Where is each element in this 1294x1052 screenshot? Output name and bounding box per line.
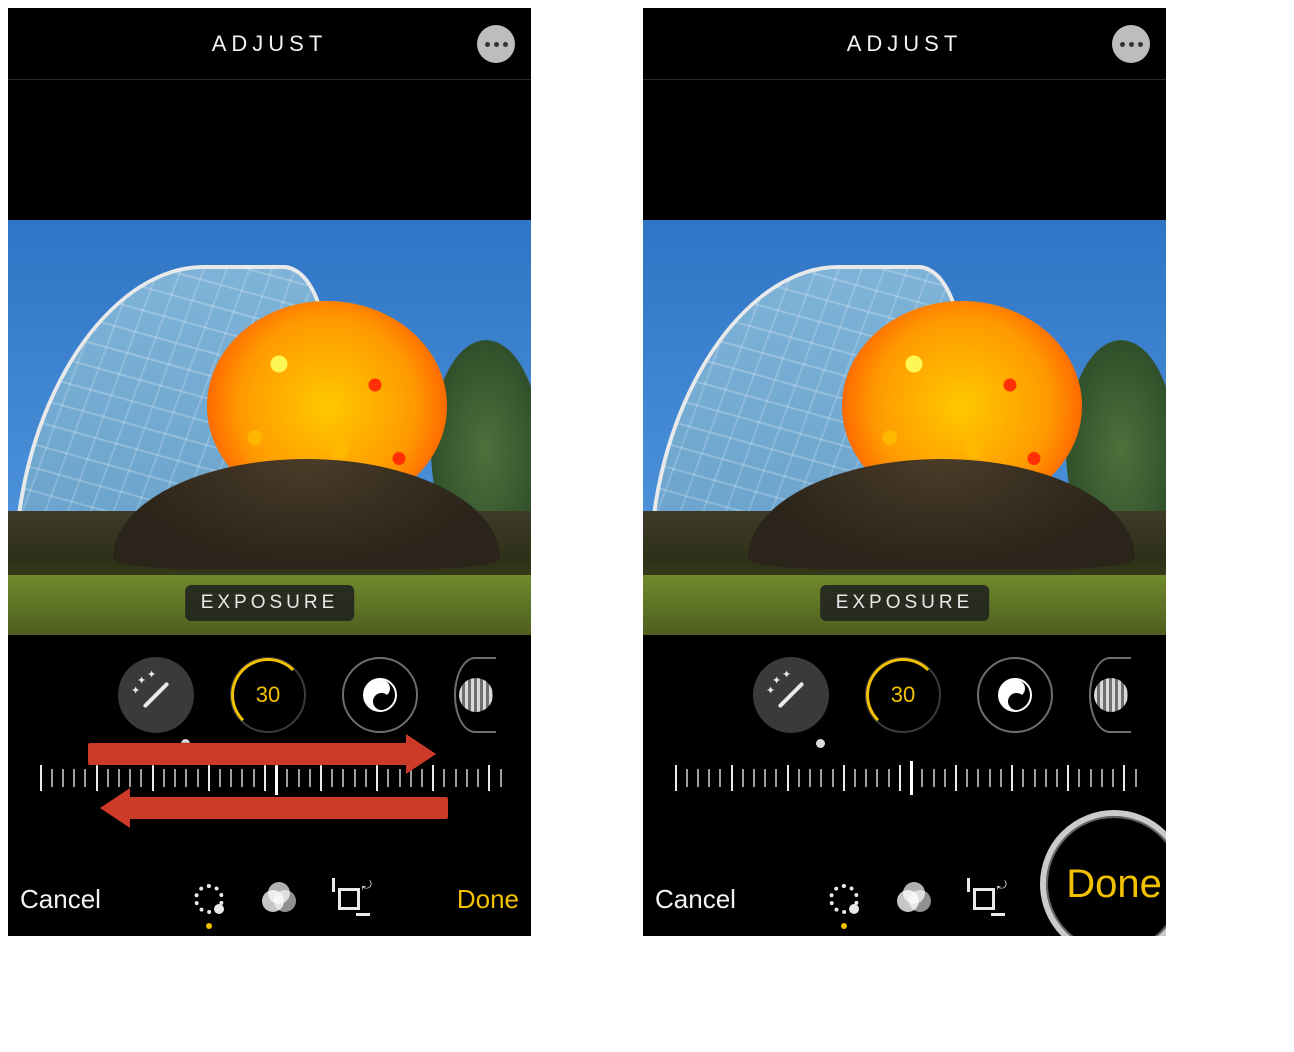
adjustment-dials[interactable]: ✦✦✦ 30	[643, 635, 1166, 755]
filters-tab[interactable]	[259, 879, 299, 919]
adjust-icon	[194, 884, 224, 914]
header-spacer	[643, 80, 1166, 220]
adjustment-dials[interactable]: ✦✦✦ 30	[8, 635, 531, 755]
filters-icon	[262, 882, 296, 916]
bottom-bar: Cancel ⤾ Done	[8, 862, 531, 936]
cancel-button[interactable]: Cancel	[655, 884, 736, 915]
magic-wand-icon: ✦✦✦	[139, 678, 173, 712]
edit-mode-tabs: ⤾	[824, 879, 1004, 919]
crop-icon: ⤾	[334, 884, 364, 914]
exposure-dial[interactable]: 30	[865, 657, 941, 733]
slider-origin-dot	[816, 739, 825, 748]
highlights-icon	[1094, 678, 1128, 712]
brilliance-icon	[998, 678, 1032, 712]
done-highlight-label: Done	[1066, 862, 1162, 907]
cancel-button[interactable]: Cancel	[20, 884, 101, 915]
header-title: ADJUST	[847, 31, 963, 57]
edit-mode-tabs: ⤾	[189, 879, 369, 919]
crop-tab[interactable]: ⤾	[329, 879, 369, 919]
value-slider-row	[643, 755, 1166, 803]
brilliance-icon	[363, 678, 397, 712]
auto-enhance-dial[interactable]: ✦✦✦	[753, 657, 829, 733]
progress-ring	[231, 658, 305, 732]
more-button[interactable]	[1112, 25, 1150, 63]
adjustment-name-label: EXPOSURE	[185, 585, 355, 621]
value-slider-row	[8, 755, 531, 803]
auto-enhance-dial[interactable]: ✦✦✦	[118, 657, 194, 733]
highlights-icon	[459, 678, 493, 712]
photo-preview[interactable]: EXPOSURE	[8, 220, 531, 635]
magic-wand-icon: ✦✦✦	[774, 678, 808, 712]
brilliance-dial[interactable]	[342, 657, 418, 733]
phone-screen-right: ADJUST EXPOSURE ✦✦✦ 30	[643, 8, 1166, 936]
adjust-tab[interactable]	[189, 879, 229, 919]
header: ADJUST	[643, 8, 1166, 80]
annotation-arrow-left	[128, 797, 448, 819]
photo-preview[interactable]: EXPOSURE	[643, 220, 1166, 635]
header-spacer	[8, 80, 531, 220]
annotation-arrow-right	[88, 743, 408, 765]
header: ADJUST	[8, 8, 531, 80]
value-slider[interactable]	[675, 765, 1135, 793]
adjust-tab[interactable]	[824, 879, 864, 919]
filters-icon	[897, 882, 931, 916]
exposure-dial[interactable]: 30	[230, 657, 306, 733]
filters-tab[interactable]	[894, 879, 934, 919]
highlights-dial[interactable]	[1089, 657, 1131, 733]
crop-icon: ⤾	[969, 884, 999, 914]
done-button[interactable]: Done	[457, 884, 519, 915]
header-title: ADJUST	[212, 31, 328, 57]
brilliance-dial[interactable]	[977, 657, 1053, 733]
ellipsis-icon	[485, 42, 490, 47]
ellipsis-icon	[1120, 42, 1125, 47]
active-tab-indicator	[841, 923, 847, 929]
progress-ring	[866, 658, 940, 732]
phone-screen-left: ADJUST EXPOSURE ✦✦✦ 30	[8, 8, 531, 936]
more-button[interactable]	[477, 25, 515, 63]
highlights-dial[interactable]	[454, 657, 496, 733]
crop-tab[interactable]: ⤾	[964, 879, 1004, 919]
adjustment-name-label: EXPOSURE	[820, 585, 990, 621]
adjust-icon	[829, 884, 859, 914]
done-highlight-callout: Done	[1040, 810, 1166, 936]
active-tab-indicator	[206, 923, 212, 929]
